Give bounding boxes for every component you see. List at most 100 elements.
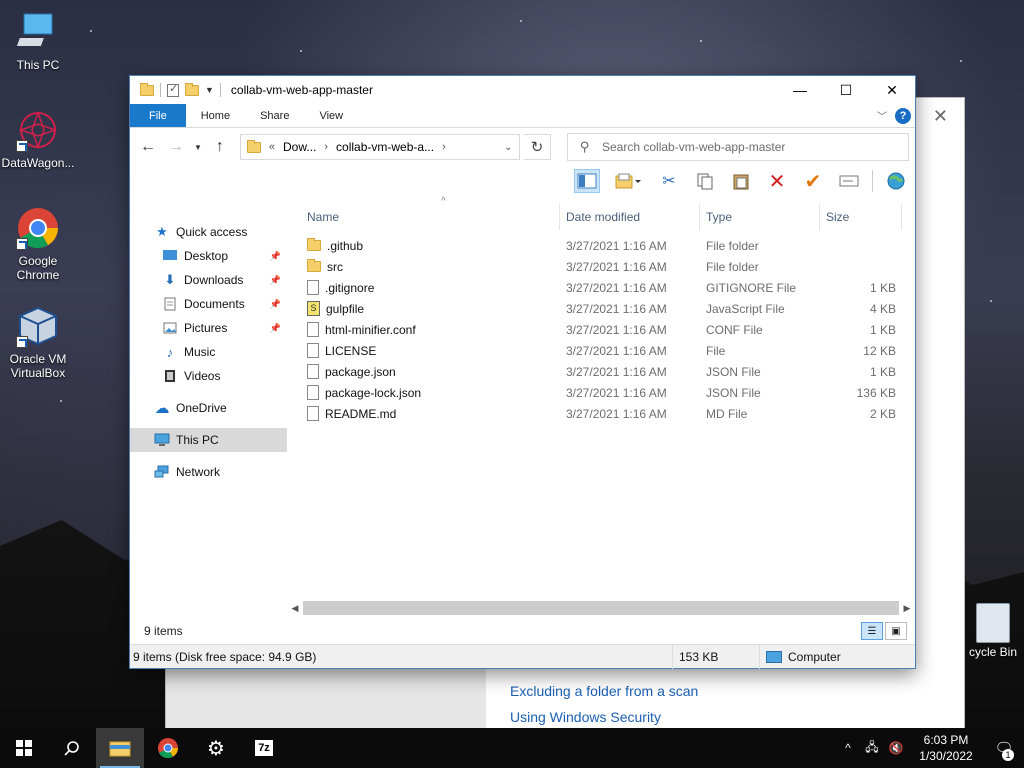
scroll-right-icon[interactable]: ▶ (899, 603, 915, 614)
file-row[interactable]: .github 3/27/2021 1:16 AM File folder (301, 235, 901, 256)
nav-quick-access[interactable]: ★ Quick access (130, 220, 287, 244)
address-bar[interactable]: « Dow... › collab-vm-web-a... › ⌄ (239, 134, 520, 160)
tab-home[interactable]: Home (186, 104, 245, 127)
tab-view[interactable]: View (304, 104, 358, 127)
navigation-pane-icon[interactable] (574, 169, 600, 193)
link-excluding-folder[interactable]: Excluding a folder from a scan (510, 683, 698, 699)
search-box[interactable]: ⚲ (567, 133, 910, 161)
nav-videos[interactable]: Videos (130, 364, 287, 388)
nav-documents[interactable]: Documents 📌 (130, 292, 287, 316)
delete-icon[interactable]: ✕ (764, 169, 790, 193)
file-date: 3/27/2021 1:16 AM (566, 322, 667, 337)
tab-file[interactable]: File (130, 104, 186, 127)
taskbar-7zip[interactable]: 7z (240, 728, 288, 768)
file-type: JSON File (706, 364, 761, 379)
properties-check-icon[interactable]: ✔ (800, 169, 826, 193)
taskbar-settings[interactable]: ⚙ (192, 728, 240, 768)
volume-muted-icon[interactable]: 🔇 (884, 741, 908, 755)
customize-toolbar-icon[interactable]: ▼ (205, 85, 214, 95)
breadcrumb-overflow[interactable]: « (269, 141, 275, 153)
taskbar-file-explorer[interactable] (96, 728, 144, 768)
new-folder-icon[interactable] (185, 82, 199, 96)
desktop-icon-label: cycle Bin (968, 645, 1018, 659)
nav-music[interactable]: ♪ Music (130, 340, 287, 364)
file-row[interactable]: .gitignore 3/27/2021 1:16 AM GITIGNORE Fil… (301, 277, 901, 298)
file-date: 3/27/2021 1:16 AM (566, 280, 667, 295)
search-button[interactable] (48, 728, 96, 768)
horizontal-scrollbar[interactable]: ◀ ▶ (287, 600, 915, 616)
column-date-modified[interactable]: Date modified (560, 204, 700, 230)
file-list: Name ^ Date modified Type Size .github 3/… (287, 196, 915, 616)
item-count: 9 items (144, 624, 183, 638)
column-type[interactable]: Type (700, 204, 820, 230)
computer-icon (154, 432, 170, 448)
scroll-left-icon[interactable]: ◀ (287, 603, 303, 614)
clock[interactable]: 6:03 PM 1/30/2022 (908, 732, 984, 764)
navigation-bar: ← → ▼ ↑ « Dow... › collab-vm-web-a... › … (130, 128, 915, 166)
start-button[interactable] (0, 728, 48, 768)
chevron-up-icon[interactable]: ^ (836, 741, 860, 755)
desktop-icon-recycle-bin[interactable]: cycle Bin (962, 603, 1024, 659)
maximize-button[interactable]: ☐ (823, 76, 869, 104)
clock-time: 6:03 PM (923, 733, 969, 747)
expand-ribbon-icon[interactable]: ﹀ (877, 108, 887, 123)
desktop-icon-this-pc[interactable]: This PC (0, 10, 76, 72)
search-input[interactable] (602, 140, 882, 154)
desktop-icon-label: This PC (16, 58, 60, 72)
desktop-icon-google-chrome[interactable]: Google Chrome (0, 206, 76, 282)
desktop-icon-virtualbox[interactable]: Oracle VM VirtualBox (0, 304, 76, 380)
nav-pictures[interactable]: Pictures 📌 (130, 316, 287, 340)
folder-options-icon[interactable] (610, 169, 646, 193)
globe-icon[interactable] (883, 169, 909, 193)
recent-locations-icon[interactable]: ▼ (192, 135, 204, 159)
file-row[interactable]: LICENSE 3/27/2021 1:16 AM File 12 KB (301, 340, 901, 361)
properties-icon[interactable] (167, 82, 179, 97)
nav-onedrive[interactable]: ☁ OneDrive (130, 396, 287, 420)
up-button[interactable]: ↑ (208, 135, 232, 159)
file-row[interactable]: html-minifier.conf 3/27/2021 1:16 AM CONF … (301, 319, 901, 340)
tab-share[interactable]: Share (245, 104, 304, 127)
file-explorer-window: ▼ collab-vm-web-app-master — ☐ ✕ File Ho… (129, 75, 916, 669)
paste-icon[interactable] (728, 169, 754, 193)
chevron-right-icon[interactable]: › (324, 141, 328, 153)
address-dropdown-icon[interactable]: ⌄ (504, 142, 512, 153)
file-row[interactable]: README.md 3/27/2021 1:16 AM MD File 2 KB (301, 403, 901, 424)
breadcrumb-downloads[interactable]: Dow... (283, 140, 316, 154)
file-row[interactable]: Sgulpfile 3/27/2021 1:16 AM JavaScript Fil… (301, 298, 901, 319)
forward-button[interactable]: → (164, 135, 188, 159)
file-row[interactable]: package.json 3/27/2021 1:16 AM JSON File 1 … (301, 361, 901, 382)
breadcrumb-current[interactable]: collab-vm-web-a... (336, 140, 434, 154)
document-icon (162, 296, 178, 312)
file-row[interactable]: package-lock.json 3/27/2021 1:16 AM JSON F… (301, 382, 901, 403)
pin-icon: 📌 (269, 274, 281, 285)
cut-icon[interactable]: ✂ (656, 169, 682, 193)
nav-downloads[interactable]: ⬇ Downloads 📌 (130, 268, 287, 292)
rename-icon[interactable] (836, 169, 862, 193)
column-size[interactable]: Size (820, 204, 902, 230)
desktop-icon-datawagon[interactable]: DataWagon... (0, 108, 76, 170)
minimize-button[interactable]: — (777, 76, 823, 104)
file-date: 3/27/2021 1:16 AM (566, 385, 667, 400)
large-icons-view-icon[interactable]: ▣ (885, 622, 907, 640)
back-button[interactable]: ← (136, 135, 160, 159)
column-name[interactable]: Name ^ (301, 196, 560, 230)
chevron-right-icon[interactable]: › (442, 141, 446, 153)
computer-icon (766, 650, 782, 663)
recycle-bin-icon (976, 603, 1010, 643)
taskbar-chrome[interactable] (144, 728, 192, 768)
refresh-button[interactable]: ↻ (523, 134, 552, 160)
copy-icon[interactable] (692, 169, 718, 193)
nav-desktop[interactable]: Desktop 📌 (130, 244, 287, 268)
nav-network[interactable]: Network (130, 460, 287, 484)
close-icon[interactable]: ✕ (933, 106, 948, 127)
close-button[interactable]: ✕ (869, 76, 915, 104)
nav-this-pc[interactable]: This PC (130, 428, 287, 452)
action-center-button[interactable]: 🗨 1 (984, 739, 1024, 761)
file-row[interactable]: src 3/27/2021 1:16 AM File folder (301, 256, 901, 277)
network-icon[interactable]: 🖧 (860, 738, 884, 759)
help-icon[interactable]: ? (895, 107, 911, 124)
scrollbar-thumb[interactable] (303, 601, 899, 615)
details-view-icon[interactable]: ☰ (861, 622, 883, 640)
link-using-windows-security[interactable]: Using Windows Security (510, 709, 661, 725)
file-name-cell: package.json (301, 364, 560, 379)
